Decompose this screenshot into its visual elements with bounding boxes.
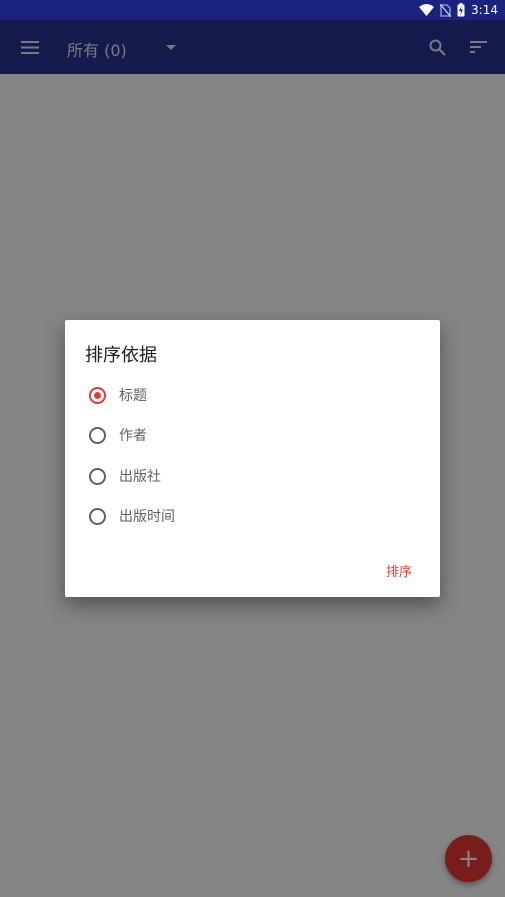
no-sim-icon	[440, 3, 452, 17]
sort-dialog: 排序依据 标题 作者 出版社 出版时间 排序	[65, 320, 440, 597]
radio-button-checked[interactable]	[89, 386, 106, 404]
option-label: 标题	[119, 388, 147, 404]
option-label: 作者	[119, 428, 147, 444]
sort-confirm-button[interactable]: 排序	[386, 561, 412, 580]
sort-option-publisher[interactable]: 出版社	[89, 461, 161, 491]
sort-option-publish-date[interactable]: 出版时间	[89, 501, 175, 531]
radio-button[interactable]	[89, 507, 106, 525]
option-label: 出版时间	[119, 509, 175, 525]
wifi-icon	[419, 4, 435, 16]
sort-option-author[interactable]: 作者	[89, 420, 147, 450]
option-label: 出版社	[119, 469, 161, 485]
radio-button[interactable]	[89, 426, 106, 444]
battery-charging-icon	[457, 3, 465, 17]
radio-button[interactable]	[89, 467, 106, 485]
dialog-title: 排序依据	[85, 345, 157, 366]
status-time: 3:14	[471, 3, 498, 17]
sort-option-title[interactable]: 标题	[89, 380, 147, 410]
status-bar: 3:14	[0, 0, 505, 20]
